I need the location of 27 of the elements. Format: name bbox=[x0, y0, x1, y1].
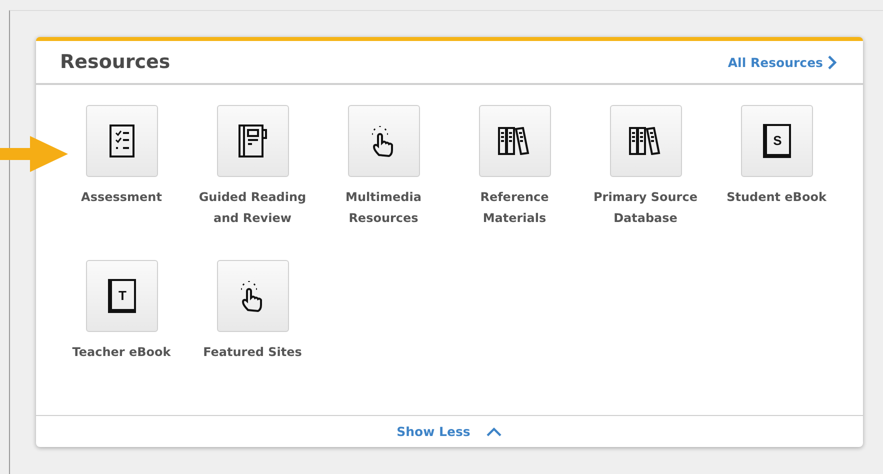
resource-label: Teacher eBook bbox=[71, 344, 172, 362]
book-icon: T bbox=[108, 279, 136, 314]
resource-tile[interactable]: S bbox=[740, 105, 812, 178]
resource-label: Guided Reading and Review bbox=[198, 189, 308, 228]
resource-label: Assessment bbox=[80, 189, 163, 206]
resource-tile[interactable] bbox=[216, 260, 288, 332]
resource-tile[interactable] bbox=[86, 105, 158, 178]
resource-tile[interactable] bbox=[610, 105, 682, 178]
resource-label: Multimedia Resources bbox=[344, 189, 422, 228]
book-icon: S bbox=[762, 124, 790, 158]
resource-label: Featured Sites bbox=[202, 344, 303, 362]
resource-tile[interactable] bbox=[478, 105, 550, 178]
chevron-up-icon bbox=[486, 426, 502, 437]
books-icon bbox=[628, 127, 662, 156]
checklist-icon bbox=[108, 124, 134, 158]
resource-tile[interactable]: T bbox=[86, 260, 158, 332]
resource-label: Student eBook bbox=[726, 189, 828, 206]
resource-tile[interactable] bbox=[216, 105, 288, 178]
resource-tile[interactable] bbox=[348, 105, 420, 178]
chevron-right-icon bbox=[827, 54, 837, 70]
notebook-icon bbox=[238, 124, 268, 158]
resource-label: Primary Source Database bbox=[592, 189, 698, 228]
show-less-link[interactable]: Show Less bbox=[396, 424, 470, 440]
all-resources-link[interactable]: All Resources bbox=[728, 54, 837, 70]
books-icon bbox=[498, 127, 532, 156]
resource-label: Reference Materials bbox=[479, 189, 550, 228]
panel-title: Resources bbox=[60, 51, 170, 74]
